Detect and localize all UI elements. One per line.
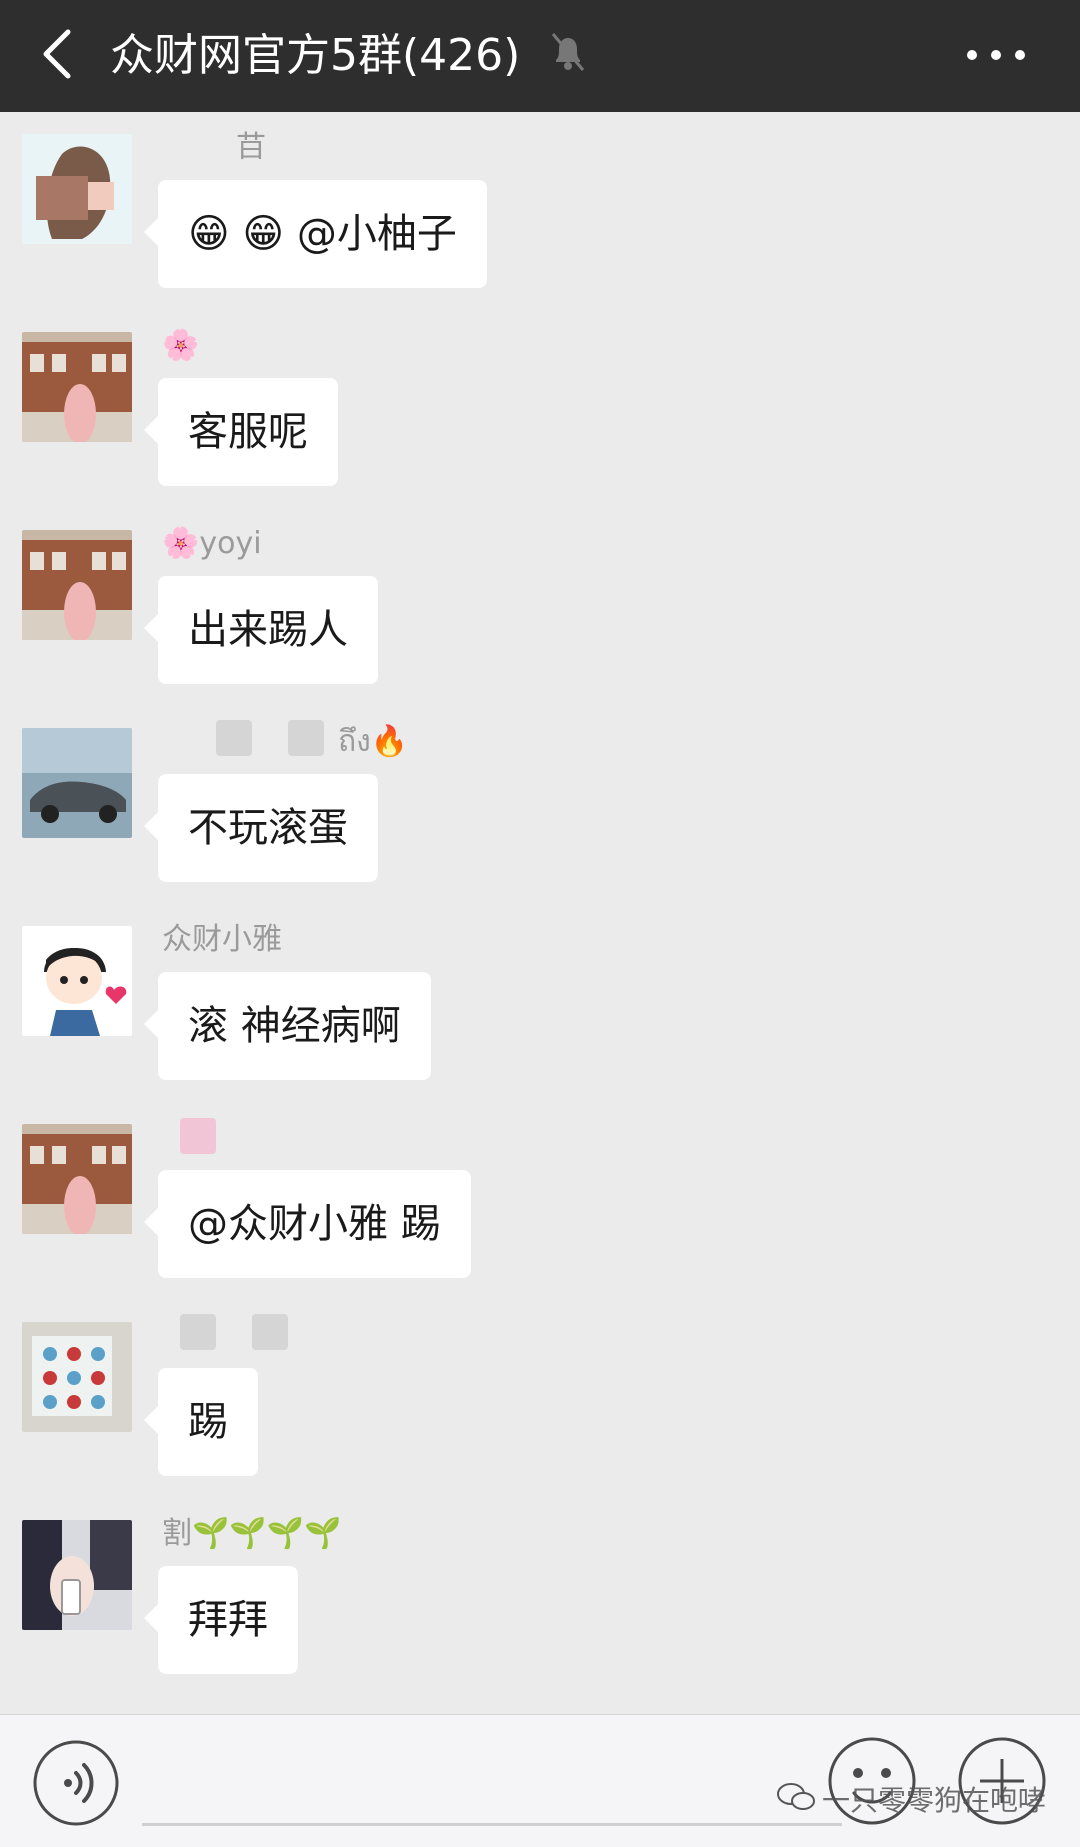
input-bar: 一只零零狗在咆哮 — [0, 1714, 1080, 1847]
avatar-cartoon-girl-icon[interactable] — [22, 926, 132, 1036]
bell-muted-icon — [548, 30, 588, 74]
blurred-name — [216, 720, 252, 756]
message-bubble[interactable]: 踢 — [144, 1368, 258, 1476]
watermark-text: 一只零零狗在咆哮 — [822, 1784, 1047, 1817]
message-bubble[interactable]: @众财小雅 踢 — [144, 1170, 471, 1278]
avatar-building-icon[interactable] — [22, 332, 132, 442]
sender-name: 䒤 — [236, 130, 266, 165]
more-dots-icon[interactable] — [956, 30, 1036, 80]
blurred-name — [252, 1314, 288, 1350]
message-input[interactable] — [142, 1823, 842, 1826]
voice-icon[interactable] — [32, 1739, 120, 1827]
avatar-building-icon[interactable] — [22, 1124, 132, 1234]
message-bubble[interactable]: 😁 😁 @小柚子 — [144, 180, 487, 288]
avatar-building-icon[interactable] — [22, 530, 132, 640]
blurred-name — [180, 1314, 216, 1350]
back-chevron-icon[interactable] — [28, 22, 92, 86]
sender-name: 割🌱🌱🌱🌱 — [162, 1516, 342, 1551]
message-list[interactable]: 䒤 😁 😁 @小柚子 🌸 客服呢 🌸yoyi 出来踢人 ถึง🔥 不玩滚蛋 众财… — [0, 112, 1080, 1714]
avatar-woman-icon[interactable] — [22, 134, 132, 244]
message-bubble[interactable]: 拜拜 — [144, 1566, 298, 1674]
message-bubble[interactable]: 不玩滚蛋 — [144, 774, 378, 882]
chat-title: 众财网官方5群(426) — [110, 30, 521, 81]
sender-name: 🌸 — [162, 328, 200, 363]
message-bubble[interactable]: 滚 神经病啊 — [144, 972, 431, 1080]
sender-name: 众财小雅 — [162, 922, 282, 957]
blurred-name — [288, 720, 324, 756]
title-bar: 众财网官方5群(426) — [0, 0, 1080, 112]
avatar-tiles-icon[interactable] — [22, 1322, 132, 1432]
avatar-car-icon[interactable] — [22, 728, 132, 838]
message-bubble[interactable]: 客服呢 — [144, 378, 338, 486]
sender-name: ถึง🔥 — [338, 724, 409, 759]
wechat-logo-icon — [776, 1781, 816, 1813]
sender-name: 🌸yoyi — [162, 526, 262, 561]
message-bubble[interactable]: 出来踢人 — [144, 576, 378, 684]
avatar-phone-hand-icon[interactable] — [22, 1520, 132, 1630]
blurred-name — [180, 1118, 216, 1154]
